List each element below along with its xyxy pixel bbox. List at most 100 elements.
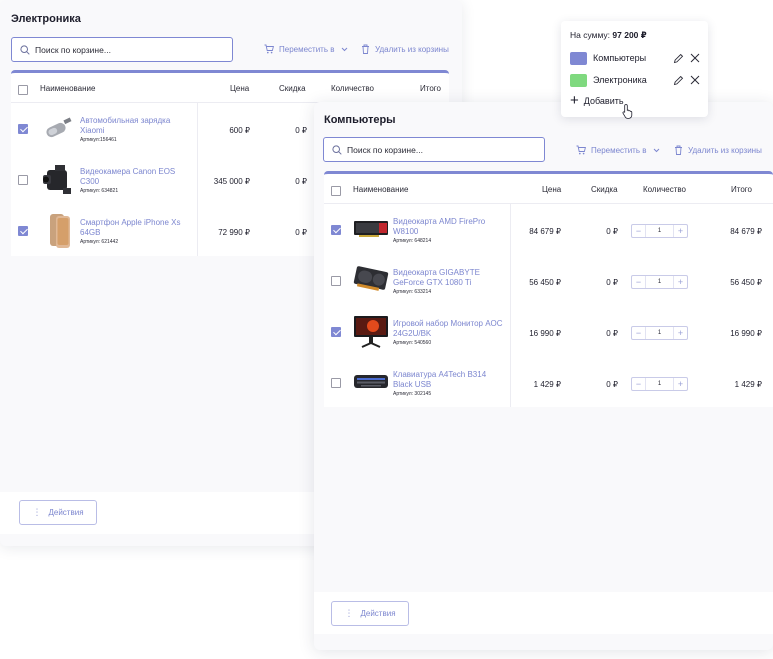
col-total: Итого: [420, 84, 441, 93]
row-checkbox[interactable]: [331, 225, 341, 235]
product-name-link[interactable]: Игровой набор Монитор AOC 24G2U/BK: [393, 319, 503, 338]
product-sku: Артикул: 621442: [80, 239, 119, 245]
col-total: Итого: [731, 185, 752, 194]
product-name-link[interactable]: Видеокарта AMD FirePro W8100: [393, 217, 498, 236]
quantity-value[interactable]: 1: [645, 327, 674, 339]
select-all-checkbox[interactable]: [331, 186, 341, 196]
row-checkbox[interactable]: [18, 226, 28, 236]
quantity-stepper[interactable]: − 1 +: [631, 224, 688, 238]
video-camera-icon: [43, 165, 71, 194]
product-sku: Артикул: 302145: [393, 391, 432, 397]
col-name: Наименование: [353, 185, 409, 194]
pencil-icon[interactable]: [673, 75, 684, 86]
increment-button[interactable]: +: [674, 378, 687, 390]
decrement-button[interactable]: −: [632, 378, 645, 390]
product-sku: Артикул: 540560: [393, 340, 432, 346]
increment-button[interactable]: +: [674, 225, 687, 237]
price: 84 679 ₽: [529, 227, 561, 236]
discount: 0 ₽: [295, 228, 307, 237]
cart-sum: На сумму: 97 200 ₽: [570, 30, 647, 41]
quantity-value[interactable]: 1: [645, 378, 674, 390]
move-to-button[interactable]: Переместить в: [264, 44, 353, 54]
actions-button[interactable]: ⋮ Действия: [19, 500, 97, 525]
row-checkbox[interactable]: [331, 276, 341, 286]
decrement-button[interactable]: −: [632, 327, 645, 339]
remove-label: Удалить из корзины: [688, 145, 762, 155]
price: 72 990 ₽: [218, 228, 250, 237]
row-total: 1 429 ₽: [734, 380, 762, 389]
category-item-electronics[interactable]: Электроника: [570, 73, 700, 87]
close-icon[interactable]: [690, 53, 700, 63]
discount: 0 ₽: [606, 329, 618, 338]
decrement-button[interactable]: −: [632, 276, 645, 288]
table-row: Игровой набор Монитор AOC 24G2U/BK Артик…: [324, 307, 773, 358]
discount: 0 ₽: [606, 227, 618, 236]
row-checkbox[interactable]: [18, 124, 28, 134]
col-price: Цена: [542, 185, 562, 194]
close-icon[interactable]: [690, 75, 700, 85]
table-header: Наименование Цена Скидка Количество Итог…: [11, 73, 449, 103]
sum-label: На сумму:: [570, 30, 611, 40]
graphics-card-icon: [353, 266, 389, 291]
increment-button[interactable]: +: [674, 276, 687, 288]
car-charger-icon: [46, 117, 72, 138]
category-item-computers[interactable]: Компьютеры: [570, 51, 700, 65]
col-discount: Скидка: [279, 84, 306, 93]
col-qty: Количество: [331, 84, 374, 93]
chevron-down-icon: [654, 148, 660, 152]
remove-label: Удалить из корзины: [375, 44, 449, 54]
discount: 0 ₽: [606, 380, 618, 389]
category-label: Электроника: [593, 75, 647, 85]
price: 56 450 ₽: [529, 278, 561, 287]
cart-table: Наименование Цена Скидка Количество Итог…: [324, 171, 773, 407]
move-to-button[interactable]: Переместить в: [576, 145, 665, 155]
pencil-icon[interactable]: [673, 53, 684, 64]
product-name-link[interactable]: Видеокарта GIGABYTE GeForce GTX 1080 Ti: [393, 268, 498, 287]
remove-from-cart-button[interactable]: Удалить из корзины: [674, 145, 762, 155]
row-checkbox[interactable]: [331, 378, 341, 388]
search-placeholder: Поиск по корзине...: [35, 44, 111, 55]
discount: 0 ₽: [606, 278, 618, 287]
quantity-value[interactable]: 1: [645, 276, 674, 288]
product-name-link[interactable]: Клавиатура A4Tech B314 Black USB: [393, 370, 498, 389]
col-qty: Количество: [643, 185, 686, 194]
quantity-value[interactable]: 1: [645, 225, 674, 237]
product-name-link[interactable]: Автомобильная зарядка Xiaomi: [80, 116, 185, 135]
smartphone-icon: [50, 214, 70, 248]
add-label: Добавить: [583, 96, 624, 106]
add-category-button[interactable]: + Добавить: [570, 93, 624, 108]
row-checkbox[interactable]: [331, 327, 341, 337]
chevron-down-icon: [342, 47, 348, 51]
product-sku: Артикул: 633214: [393, 289, 432, 295]
remove-from-cart-button[interactable]: Удалить из корзины: [361, 44, 449, 54]
cart-panel-computers: Компьютеры Поиск по корзине... Перемести…: [314, 102, 773, 650]
panel-footer: ⋮ Действия: [314, 592, 773, 634]
select-all-checkbox[interactable]: [18, 85, 28, 95]
move-to-label: Переместить в: [591, 145, 647, 155]
col-name: Наименование: [40, 84, 96, 93]
table-row: Видеокарта GIGABYTE GeForce GTX 1080 Ti …: [324, 256, 773, 307]
decrement-button[interactable]: −: [632, 225, 645, 237]
panel-title: Компьютеры: [324, 114, 396, 126]
search-input[interactable]: Поиск по корзине...: [11, 37, 233, 62]
product-sku: Артикул:156461: [80, 137, 117, 143]
row-total: 84 679 ₽: [730, 227, 762, 236]
search-input[interactable]: Поиск по корзине...: [323, 137, 545, 162]
actions-button[interactable]: ⋮ Действия: [331, 601, 409, 626]
quantity-stepper[interactable]: − 1 +: [631, 326, 688, 340]
product-name-link[interactable]: Смартфон Apple iPhone Xs 64GB: [80, 218, 185, 237]
quantity-stepper[interactable]: − 1 +: [631, 377, 688, 391]
row-checkbox[interactable]: [18, 175, 28, 185]
col-discount: Скидка: [591, 185, 618, 194]
quantity-stepper[interactable]: − 1 +: [631, 275, 688, 289]
panel-title: Электроника: [11, 13, 81, 25]
product-name-link[interactable]: Видеокамера Canon EOS C300: [80, 167, 185, 186]
search-icon: [332, 144, 342, 155]
discount: 0 ₽: [295, 177, 307, 186]
table-row: Видеокарта AMD FirePro W8100 Артикул: 64…: [324, 205, 773, 256]
price: 1 429 ₽: [533, 380, 561, 389]
increment-button[interactable]: +: [674, 327, 687, 339]
actions-label: Действия: [360, 609, 396, 618]
col-price: Цена: [230, 84, 250, 93]
trash-icon: [362, 44, 369, 54]
